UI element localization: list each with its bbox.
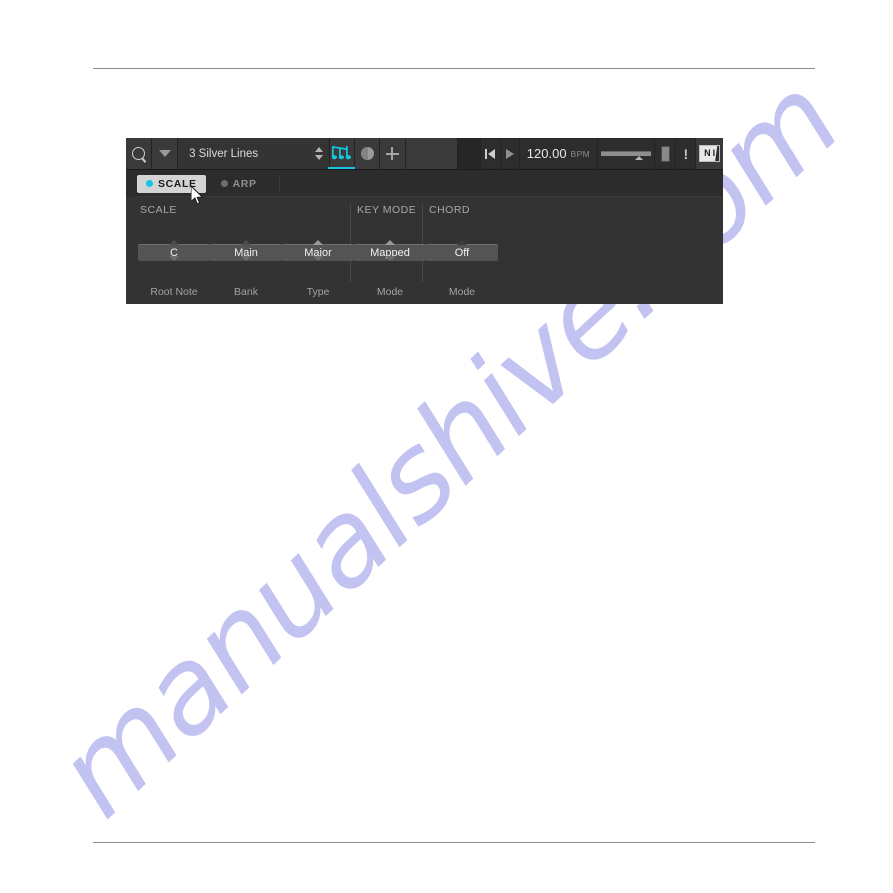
browser-toggle-button[interactable]: [152, 138, 179, 169]
chord-mode-up-arrow-icon[interactable]: [457, 223, 467, 245]
tempo-value: 120.00: [526, 146, 567, 161]
plus-icon: [385, 147, 399, 160]
performance-tabs-row: SCALE ARP: [126, 170, 723, 197]
type-label: Type: [306, 286, 330, 298]
page-top-rule: [93, 68, 815, 69]
logo-letter-i: I: [712, 148, 716, 158]
tab-scale[interactable]: SCALE: [137, 174, 206, 193]
musical-notes-icon: [328, 145, 357, 169]
control-bank[interactable]: Main Bank: [210, 223, 282, 298]
key-mode-up-arrow-icon[interactable]: [385, 223, 395, 245]
scale-status-dot: [146, 180, 153, 187]
preset-stepper[interactable]: [315, 147, 324, 160]
stepper-down-icon[interactable]: [315, 155, 324, 160]
root-note-label: Root Note: [150, 286, 198, 298]
chord-mode-label: Mode: [448, 286, 476, 298]
rewind-to-start-icon: [485, 148, 496, 159]
chord-mode-down-arrow-icon[interactable]: [457, 256, 467, 278]
master-volume-slider[interactable]: [597, 138, 655, 169]
bank-up-arrow-icon[interactable]: [241, 223, 251, 245]
header-toolbar: 3 Silver Lines 120.00 BPM ! N I: [126, 138, 724, 170]
toolbar-spacer: [457, 138, 481, 169]
play-button[interactable]: [500, 138, 521, 169]
preset-name-label: 3 Silver Lines: [189, 147, 259, 160]
browser-search-button[interactable]: [126, 138, 153, 169]
master-volume-fader-icon: [600, 147, 651, 160]
chevron-down-icon: [158, 150, 171, 157]
type-up-arrow-icon[interactable]: [313, 223, 323, 245]
cpu-warning-button[interactable]: !: [676, 138, 697, 169]
play-icon: [506, 148, 515, 159]
stepper-up-icon[interactable]: [315, 147, 324, 152]
group-title-key-mode: KEY MODE: [357, 204, 417, 216]
native-instruments-logo-button[interactable]: N I: [696, 138, 724, 169]
search-icon: [132, 147, 146, 160]
control-root-note[interactable]: C Root Note: [138, 223, 210, 298]
active-tab-underline: [328, 166, 357, 169]
group-title-scale: SCALE: [140, 204, 177, 216]
sampling-view-button[interactable]: [355, 138, 381, 169]
logo-letter-n: N: [704, 148, 711, 158]
display-field[interactable]: [405, 138, 458, 169]
key-mode-label: Mode: [376, 286, 404, 298]
tab-arp-label: ARP: [232, 177, 257, 190]
tab-arp[interactable]: ARP: [212, 175, 266, 193]
arp-status-dot: [220, 180, 228, 187]
group-title-chord: CHORD: [429, 204, 470, 216]
scale-parameters-panel: SCALE KEY MODE CHORD C Root Note Main Ba…: [126, 197, 723, 304]
bank-label: Bank: [234, 286, 258, 298]
rewind-button[interactable]: [480, 138, 501, 169]
bank-down-arrow-icon[interactable]: [241, 256, 251, 278]
type-down-arrow-icon[interactable]: [313, 256, 323, 278]
level-meter: [654, 138, 677, 169]
maschine-software-window: 3 Silver Lines 120.00 BPM ! N I SCALE AR…: [126, 138, 724, 304]
notes-view-button[interactable]: [328, 138, 357, 169]
level-meter-icon: [660, 145, 670, 162]
circle-sound-icon: [360, 147, 374, 160]
tabs-divider: [278, 175, 280, 192]
control-type[interactable]: Major Type: [282, 223, 354, 298]
root-note-down-arrow-icon[interactable]: [169, 256, 179, 278]
key-mode-down-arrow-icon[interactable]: [385, 256, 395, 278]
preset-name-field[interactable]: 3 Silver Lines: [178, 138, 331, 169]
tempo-unit-label: BPM: [570, 148, 591, 159]
page-bottom-rule: [93, 842, 815, 843]
control-key-mode[interactable]: Mapped Mode: [354, 223, 426, 298]
group-headers: SCALE KEY MODE CHORD: [126, 204, 723, 282]
native-instruments-logo-icon: N I: [699, 145, 721, 162]
tab-scale-label: SCALE: [158, 177, 197, 190]
exclamation-icon: !: [683, 145, 689, 162]
root-note-up-arrow-icon[interactable]: [169, 223, 179, 245]
add-button[interactable]: [380, 138, 406, 169]
control-chord-mode[interactable]: Off Mode: [426, 223, 498, 298]
tempo-field[interactable]: 120.00 BPM: [520, 138, 598, 169]
